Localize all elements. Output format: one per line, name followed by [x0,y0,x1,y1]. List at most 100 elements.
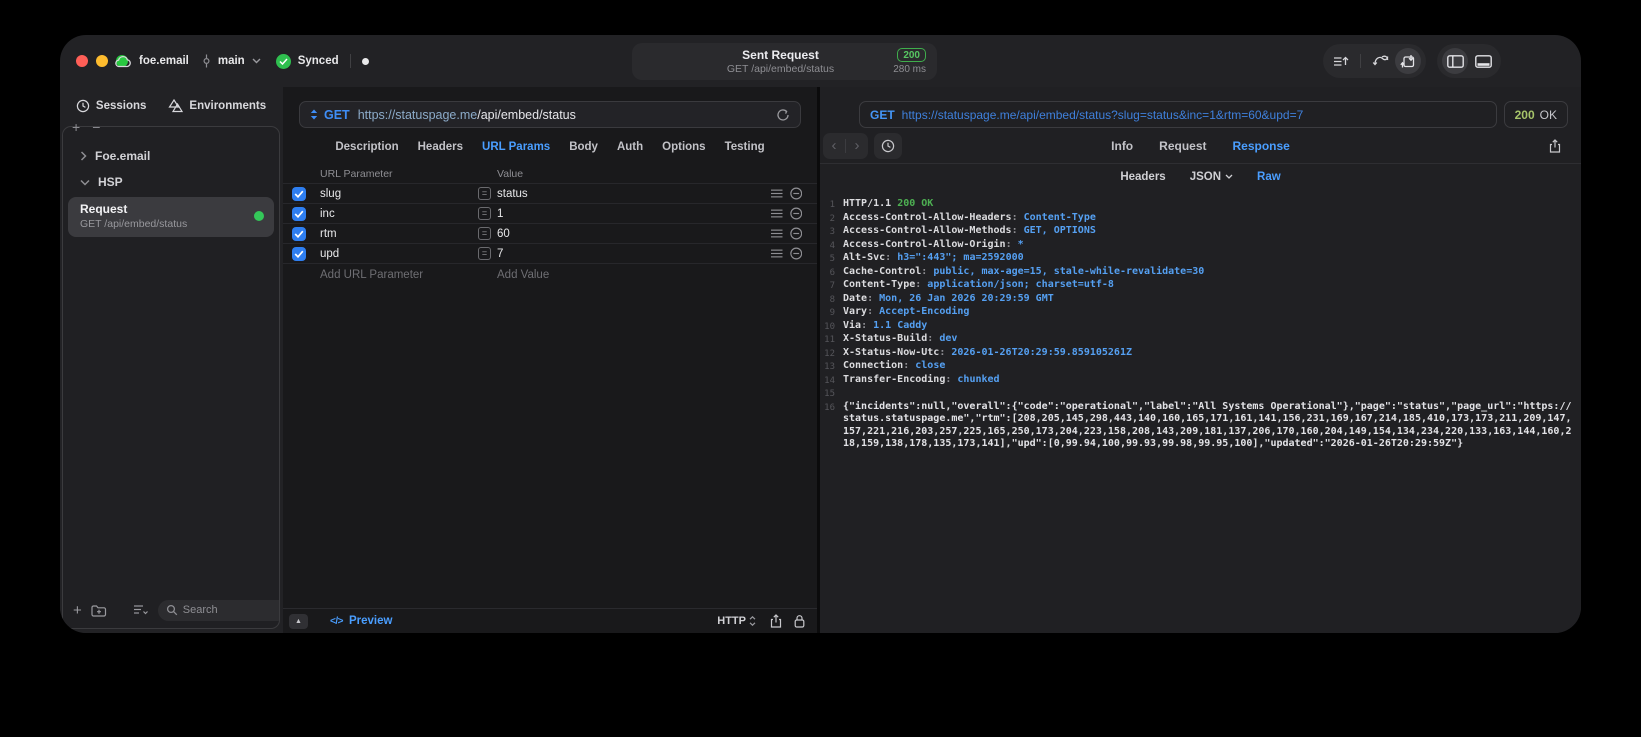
request-url-bar[interactable]: GET https://statuspage.me/api/embed/stat… [299,101,801,128]
http-version-selector[interactable]: HTTP [717,615,756,627]
subtab-raw[interactable]: Raw [1257,171,1281,183]
col-url-parameter: URL Parameter [320,168,393,180]
import-export-icon[interactable] [1395,48,1421,74]
param-value[interactable]: status [497,188,528,200]
sent-request-url-box[interactable]: GET https://statuspage.me/api/embed/stat… [859,101,1497,128]
project-name[interactable]: foe.email [139,55,189,67]
send-refresh-icon[interactable] [776,108,790,122]
tab-response[interactable]: Response [1232,139,1289,153]
request-url-host[interactable]: https://statuspage.me [358,108,478,122]
line-number: 15 [824,389,835,399]
param-name[interactable]: inc [320,208,478,220]
code-line: 2 Access-Control-Allow-Headers: Content-T… [822,212,1577,226]
tab-info[interactable]: Info [1111,139,1133,153]
add-item-button[interactable]: + [72,119,80,135]
share-icon[interactable] [770,614,782,628]
remove-param-icon[interactable] [789,247,802,260]
tab-request[interactable]: Request [1159,139,1206,153]
param-value[interactable]: 60 [497,228,510,240]
tree-item-foe-email[interactable]: Foe.email [66,143,276,169]
param-checkbox[interactable] [292,206,306,221]
response-raw-view[interactable]: 1 HTTP/1.1 200 OK 2 Access-Control-Allow-He… [820,189,1581,633]
drag-handle-icon[interactable] [771,209,783,218]
request-method[interactable]: GET [324,108,350,122]
code-line: 6 Cache-Control: public, max-age=15, stal… [822,266,1577,280]
forward-button[interactable]: › [846,138,868,153]
line-number: 3 [829,227,835,237]
titlebar: foe.email main Synced Sent Request GET /… [60,35,1581,87]
param-name[interactable]: upd [320,248,478,260]
tab-sessions[interactable]: Sessions [76,99,146,113]
code-line: 14 Transfer-Encoding: chunked [822,374,1577,388]
line-number: 2 [829,213,835,224]
minimize-window-button[interactable] [96,55,108,67]
toggle-sidebar-icon[interactable] [1442,48,1468,74]
tab-environments[interactable]: Environments [168,99,266,113]
new-request-button[interactable]: + [73,603,82,618]
subtab-json-dropdown[interactable]: JSON [1190,171,1233,183]
remove-param-icon[interactable] [789,207,802,220]
close-window-button[interactable] [76,55,88,67]
sync-status: Synced [297,55,339,67]
equals-chip: = [478,247,491,260]
response-subtabs: Headers JSON Raw [820,164,1581,189]
remove-param-icon[interactable] [789,227,802,240]
code-line: 10 Via: 1.1 Caddy [822,320,1577,334]
method-switcher-icon[interactable] [310,109,318,120]
tree-item-hsp[interactable]: HSP [66,169,276,195]
param-value[interactable]: 7 [497,248,503,260]
param-row-inc: inc = 1 [283,203,817,223]
tab-body[interactable]: Body [569,141,598,153]
tab-headers[interactable]: Headers [418,141,463,153]
request-summary-pill[interactable]: Sent Request GET /api/embed/status 200 2… [632,43,937,80]
drag-handle-icon[interactable] [771,229,783,238]
code-line: 13 Connection: close [822,360,1577,374]
flow-icon[interactable] [1367,48,1393,74]
back-button[interactable]: ‹ [823,138,845,153]
lock-icon[interactable] [794,614,805,628]
line-number: 5 [829,254,835,264]
param-checkbox[interactable] [292,226,306,241]
add-value[interactable]: Add Value [478,269,771,281]
status-badge: 200 [897,48,926,62]
line-number: 10 [824,321,835,332]
chevron-down-icon[interactable] [252,58,261,64]
param-checkbox[interactable] [292,246,306,261]
param-name[interactable]: rtm [320,228,478,240]
search-input[interactable] [182,604,279,616]
preview-button[interactable]: </> Preview [330,615,392,627]
code-line: 1 HTTP/1.1 200 OK [822,198,1577,212]
sort-filter-icon[interactable] [133,604,149,616]
param-row-upd: upd = 7 [283,243,817,263]
chevron-right-icon [80,151,87,161]
sidebar-search[interactable] [157,599,279,621]
line-number: 7 [829,281,835,291]
tab-description[interactable]: Description [335,141,398,153]
remove-param-icon[interactable] [789,187,802,200]
tab-testing[interactable]: Testing [725,141,765,153]
expand-panel-button[interactable]: ▲ [289,613,308,629]
titlebar-separator [349,54,351,68]
up-down-chevrons-icon [749,616,756,626]
branch-name[interactable]: main [218,55,245,67]
tab-options[interactable]: Options [662,141,705,153]
new-folder-icon[interactable] [91,604,107,617]
sidebar-request-item[interactable]: Request GET /api/embed/status [68,197,274,237]
param-checkbox[interactable] [292,186,306,201]
remove-item-button[interactable]: − [92,119,100,135]
response-status-text: OK [1539,107,1557,122]
request-list-icon[interactable] [1328,48,1354,74]
history-button[interactable] [874,132,902,159]
toggle-bottom-panel-icon[interactable] [1470,48,1496,74]
drag-handle-icon[interactable] [771,189,783,198]
param-name[interactable]: slug [320,188,478,200]
param-value[interactable]: 1 [497,208,503,220]
subtab-headers[interactable]: Headers [1120,171,1165,183]
export-response-icon[interactable] [1542,133,1568,159]
tab-url-params[interactable]: URL Params [482,141,550,153]
clock-icon [76,99,90,113]
drag-handle-icon[interactable] [771,249,783,258]
add-url-parameter[interactable]: Add URL Parameter [320,269,478,281]
tab-auth[interactable]: Auth [617,141,643,153]
request-url-path[interactable]: /api/embed/status [477,108,576,122]
